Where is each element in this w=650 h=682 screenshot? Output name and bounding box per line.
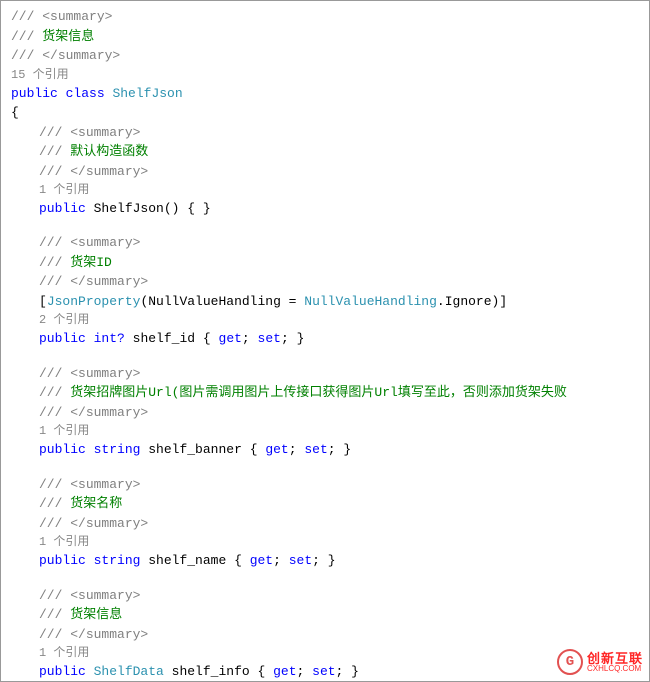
doc-comment: /// <summary>: [11, 364, 639, 384]
doc-comment: /// 默认构造函数: [11, 142, 639, 162]
attribute: [JsonProperty(NullValueHandling = NullVa…: [11, 292, 639, 312]
codelens-references[interactable]: 1 个引用: [11, 181, 639, 199]
watermark-icon: G: [557, 649, 583, 675]
doc-comment: /// <summary>: [11, 123, 639, 143]
doc-comment: /// </summary>: [11, 514, 639, 534]
doc-comment: /// <summary>: [11, 233, 639, 253]
doc-comment: /// 货架招牌图片Url(图片需调用图片上传接口获得图片Url填写至此，否则添…: [11, 383, 639, 403]
doc-comment: /// 货架ID: [11, 253, 639, 273]
doc-comment: /// </summary>: [11, 625, 639, 645]
property: public string shelf_name { get; set; }: [11, 551, 639, 571]
watermark-text-cn: 创新互联: [587, 652, 643, 665]
constructor: public ShelfJson() { }: [11, 199, 639, 219]
doc-comment: /// <summary>: [11, 7, 639, 27]
doc-comment: /// 货架信息: [11, 27, 639, 47]
code-editor: /// <summary> /// 货架信息 /// </summary> 15…: [0, 0, 650, 682]
brace-open: {: [11, 103, 639, 123]
codelens-references[interactable]: 2 个引用: [11, 311, 639, 329]
watermark-text-en: CXHLCQ.COM: [587, 665, 643, 673]
codelens-references[interactable]: 1 个引用: [11, 533, 639, 551]
doc-comment: /// 货架名称: [11, 494, 639, 514]
property: public ShelfData shelf_info { get; set; …: [11, 662, 639, 682]
class-declaration: public class ShelfJson: [11, 84, 639, 104]
doc-comment: /// </summary>: [11, 272, 639, 292]
codelens-references[interactable]: 1 个引用: [11, 422, 639, 440]
doc-comment: /// </summary>: [11, 162, 639, 182]
property: public string shelf_banner { get; set; }: [11, 440, 639, 460]
doc-comment: /// </summary>: [11, 403, 639, 423]
property: public int? shelf_id { get; set; }: [11, 329, 639, 349]
doc-comment: /// <summary>: [11, 586, 639, 606]
doc-comment: /// </summary>: [11, 46, 639, 66]
doc-comment: /// 货架信息: [11, 605, 639, 625]
doc-comment: /// <summary>: [11, 475, 639, 495]
codelens-references[interactable]: 1 个引用: [11, 644, 639, 662]
watermark: G 创新互联 CXHLCQ.COM: [557, 649, 643, 675]
codelens-references[interactable]: 15 个引用: [11, 66, 639, 84]
